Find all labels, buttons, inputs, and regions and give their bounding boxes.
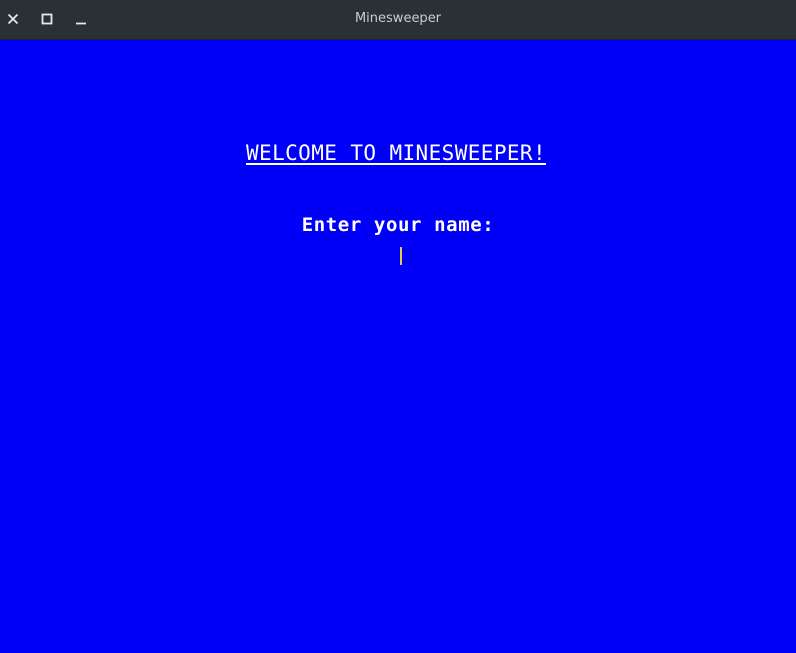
text-caret <box>400 247 402 265</box>
welcome-heading: WELCOME TO MINESWEEPER! <box>246 141 546 165</box>
window-title: Minesweeper <box>354 11 442 26</box>
game-screen: WELCOME TO MINESWEEPER! Enter your name: <box>0 40 796 653</box>
title-bar[interactable]: Minesweeper <box>0 0 796 40</box>
app-window: Minesweeper WELCOME TO MINESWEEPER! Ente… <box>0 0 796 653</box>
name-prompt-label: Enter your name: <box>301 214 495 236</box>
player-name-input[interactable] <box>298 244 498 268</box>
